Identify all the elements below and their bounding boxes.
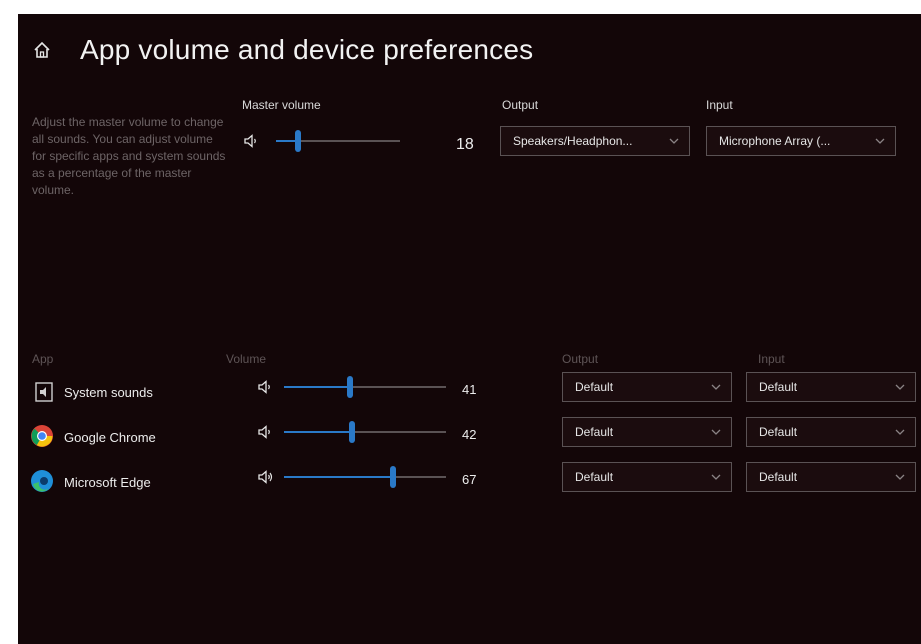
app-output-dropdown[interactable]: Default	[562, 417, 732, 447]
master-volume-slider[interactable]	[276, 130, 400, 152]
chevron-down-icon	[711, 384, 721, 390]
column-header-app: App	[32, 352, 54, 366]
app-output-dropdown[interactable]: Default	[562, 462, 732, 492]
app-input-value: Default	[759, 425, 798, 439]
app-input-dropdown[interactable]: Default	[746, 417, 916, 447]
app-output-dropdown[interactable]: Default	[562, 372, 732, 402]
slider-thumb[interactable]	[349, 421, 356, 443]
speaker-icon[interactable]	[244, 134, 260, 148]
chevron-down-icon	[669, 138, 679, 144]
chevron-down-icon	[875, 138, 885, 144]
app-volume-value: 42	[462, 427, 477, 442]
chrome-icon	[31, 425, 53, 447]
app-name: System sounds	[64, 385, 153, 400]
speaker-icon[interactable]	[258, 470, 274, 484]
app-volume-value: 67	[462, 472, 477, 487]
home-icon[interactable]	[32, 40, 52, 60]
app-volume-slider[interactable]	[284, 466, 446, 488]
master-output-dropdown[interactable]: Speakers/Headphon...	[500, 126, 690, 156]
chevron-down-icon	[711, 474, 721, 480]
system-sounds-icon	[35, 382, 53, 402]
app-output-value: Default	[575, 470, 614, 484]
slider-fill	[284, 476, 393, 478]
speaker-icon[interactable]	[258, 425, 274, 439]
chevron-down-icon	[895, 384, 905, 390]
input-label: Input	[706, 98, 733, 112]
slider-fill	[284, 431, 353, 433]
app-input-value: Default	[759, 470, 798, 484]
master-volume-value: 18	[456, 136, 474, 153]
slider-thumb[interactable]	[295, 130, 302, 152]
page-title: App volume and device preferences	[80, 34, 534, 65]
output-label: Output	[502, 98, 539, 112]
edge-icon	[31, 470, 53, 492]
speaker-icon[interactable]	[258, 380, 274, 394]
app-volume-slider[interactable]	[284, 421, 446, 443]
description-text: Adjust the master volume to change all s…	[32, 115, 226, 197]
master-input-value: Microphone Array (...	[719, 134, 831, 148]
master-output-value: Speakers/Headphon...	[513, 134, 633, 148]
app-name: Microsoft Edge	[64, 475, 151, 490]
master-volume-label: Master volume	[242, 98, 321, 112]
slider-fill	[284, 386, 351, 388]
app-name: Google Chrome	[64, 430, 156, 445]
slider-thumb[interactable]	[389, 466, 396, 488]
chevron-down-icon	[711, 429, 721, 435]
app-input-dropdown[interactable]: Default	[746, 372, 916, 402]
column-header-volume: Volume	[226, 352, 267, 366]
settings-window: App volume and device preferences Adjust…	[18, 14, 921, 644]
column-header-input: Input	[758, 352, 785, 366]
app-input-dropdown[interactable]: Default	[746, 462, 916, 492]
app-volume-value: 41	[462, 382, 477, 397]
master-input-dropdown[interactable]: Microphone Array (...	[706, 126, 896, 156]
app-input-value: Default	[759, 380, 798, 394]
app-output-value: Default	[575, 380, 614, 394]
slider-thumb[interactable]	[347, 376, 354, 398]
app-output-value: Default	[575, 425, 614, 439]
chevron-down-icon	[895, 429, 905, 435]
column-header-output: Output	[562, 352, 599, 366]
app-volume-slider[interactable]	[284, 376, 446, 398]
chevron-down-icon	[895, 474, 905, 480]
